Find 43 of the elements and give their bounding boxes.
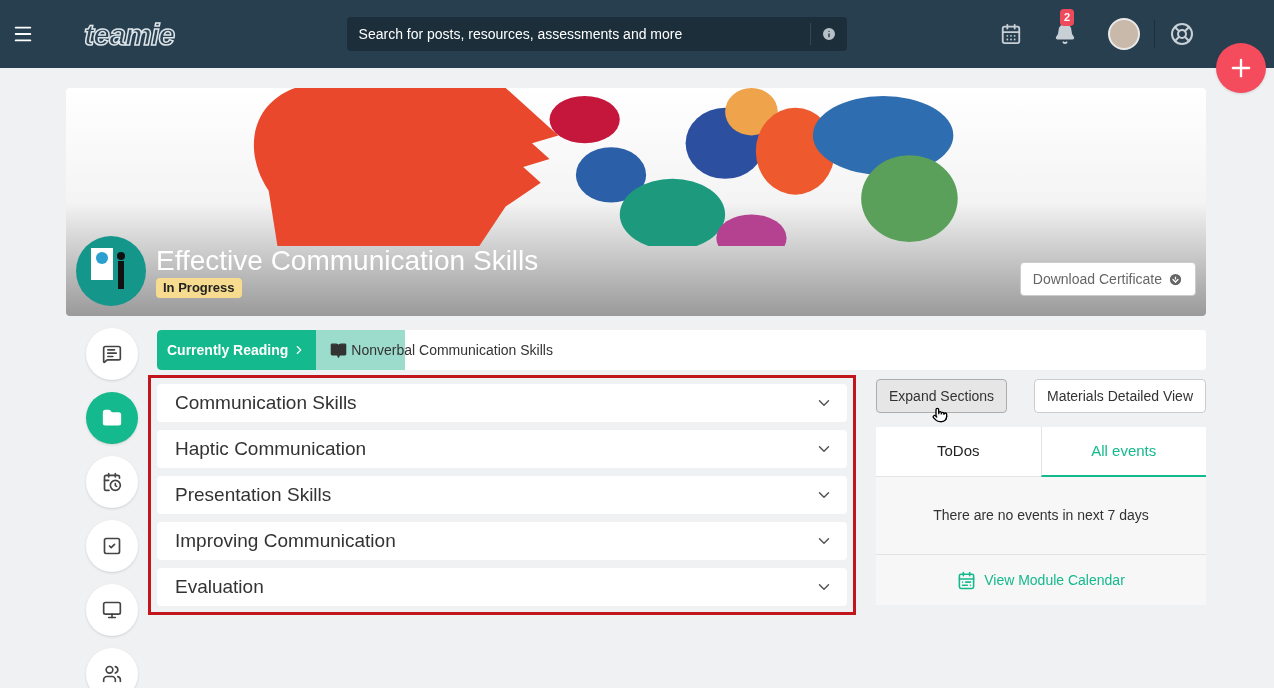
section-title: Evaluation	[175, 574, 265, 599]
nav-button[interactable]	[85, 520, 138, 572]
section-header[interactable]: Communication Skills	[157, 384, 847, 422]
section-title: Communication Skills	[175, 390, 358, 415]
nav-button[interactable]	[85, 648, 138, 688]
hand-cursor-icon	[932, 407, 948, 423]
empty-events-message: There are no events in next 7 days	[933, 506, 1149, 525]
section-title: Improving Communication	[175, 528, 397, 553]
section-title: Presentation Skills	[175, 482, 333, 507]
view-button[interactable]: Expand Sections	[876, 379, 1008, 413]
bell-icon[interactable]	[1054, 23, 1076, 45]
notification-badge: 2	[1060, 9, 1075, 26]
nav-button[interactable]	[85, 456, 138, 508]
course-logo-drawing	[76, 236, 146, 306]
view-button[interactable]: Materials Detailed View	[1033, 379, 1206, 413]
nav-button[interactable]	[85, 584, 138, 636]
search-input[interactable]: Search for posts, resources, assessments and more	[358, 23, 810, 45]
section-header[interactable]: Presentation Skills	[157, 476, 847, 514]
course-title: Effective Communication Skills	[156, 244, 539, 279]
add-button[interactable]	[1216, 43, 1266, 93]
monitor-icon	[101, 600, 122, 620]
info-icon[interactable]	[820, 26, 837, 42]
people-icon	[101, 664, 122, 684]
search-field[interactable]: Search for posts, resources, assessments and more	[346, 17, 847, 51]
logo[interactable]: teamie	[84, 11, 175, 57]
avatar[interactable]	[1108, 18, 1140, 50]
section-header[interactable]: Evaluation	[157, 568, 847, 606]
download-icon	[1168, 271, 1183, 287]
events-tab[interactable]: ToDos	[876, 427, 1041, 477]
download-certificate-button[interactable]: Download Certificate	[1019, 262, 1196, 296]
nav-button[interactable]	[85, 328, 138, 380]
section-header[interactable]: Improving Communication	[157, 522, 847, 560]
calendar-icon[interactable]	[1000, 23, 1022, 45]
calendar-clock-icon	[101, 472, 122, 492]
folder-icon	[101, 408, 122, 428]
book-icon	[330, 341, 348, 359]
chat-icon	[101, 344, 122, 364]
section-header[interactable]: Haptic Communication	[157, 430, 847, 468]
section-title: Haptic Communication	[175, 436, 368, 461]
calendar-icon	[957, 570, 977, 590]
help-icon[interactable]	[1170, 22, 1194, 46]
checkbox-icon	[101, 536, 122, 556]
status-badge: In Progress	[156, 278, 242, 298]
